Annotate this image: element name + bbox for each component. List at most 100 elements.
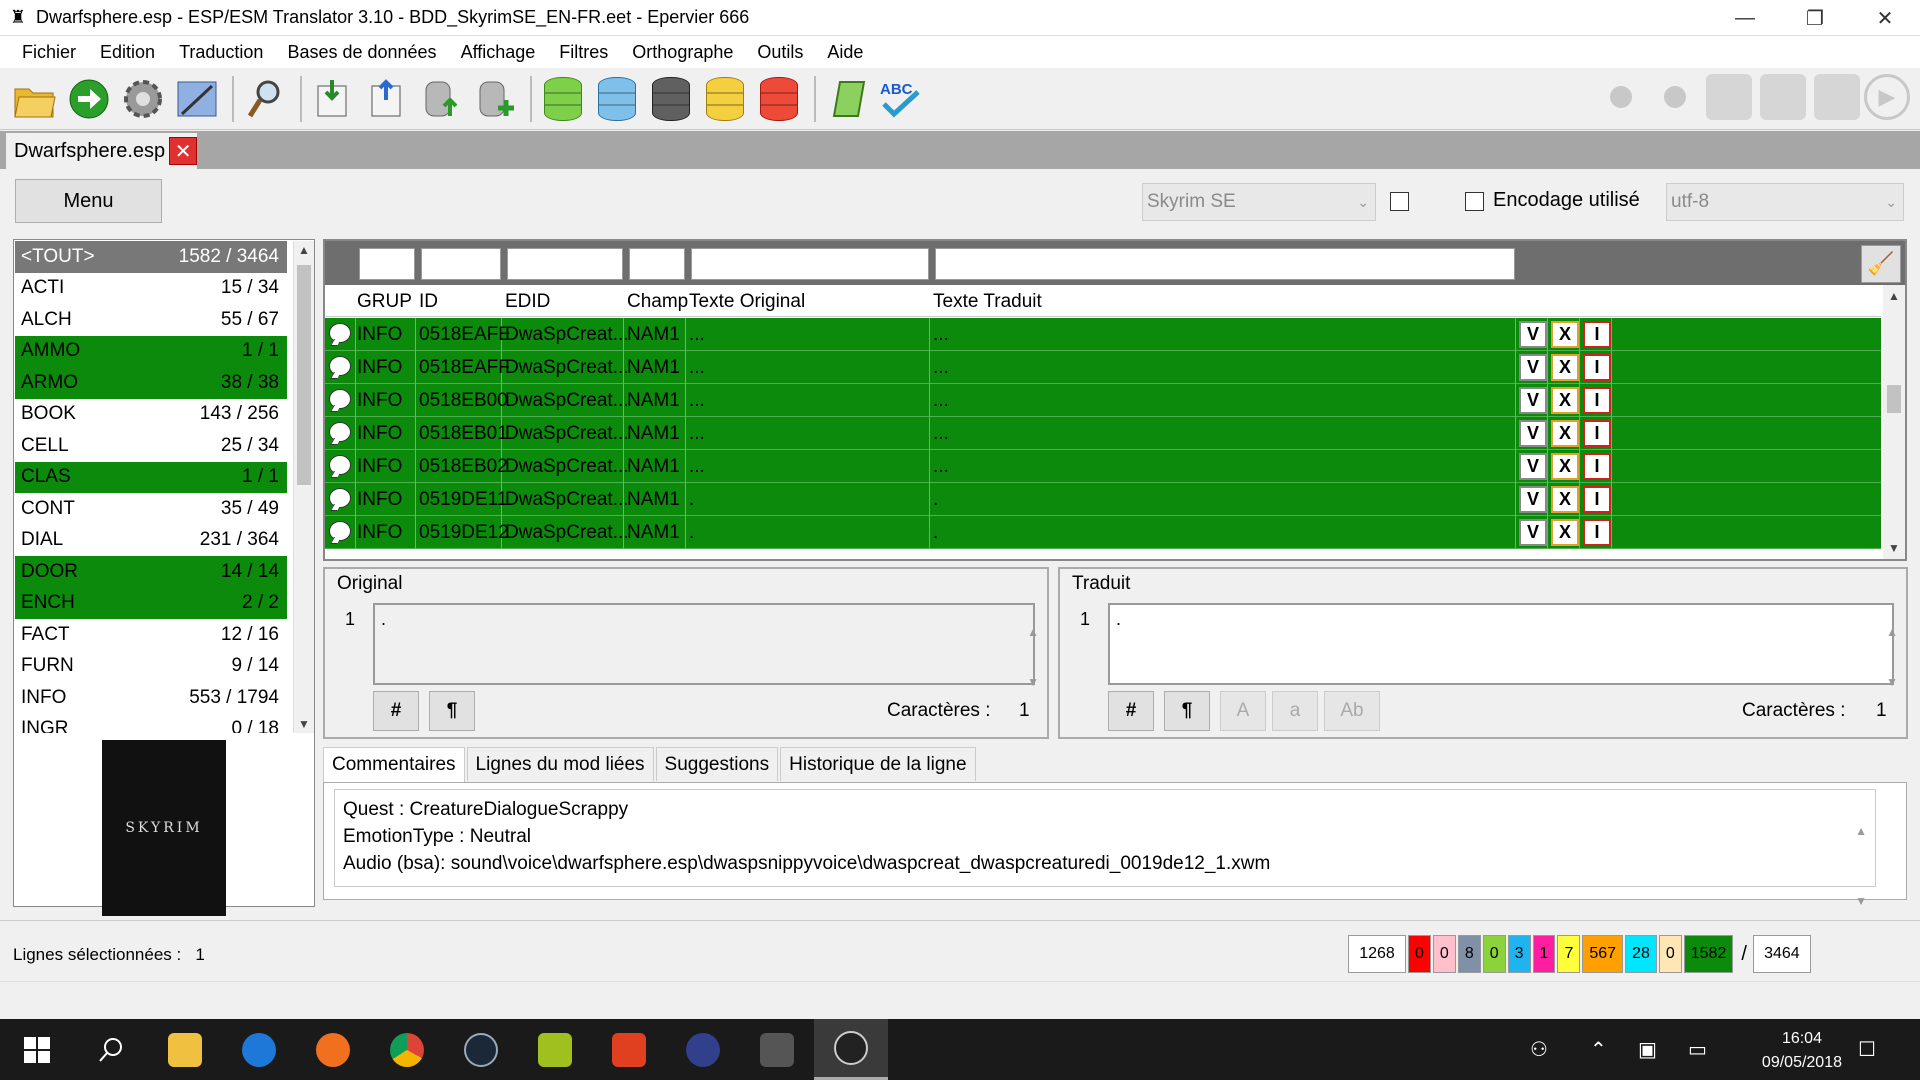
import-icon[interactable]	[308, 74, 358, 124]
lowercase-button[interactable]: a	[1272, 691, 1318, 731]
menu-traduction[interactable]: Traduction	[169, 42, 277, 63]
uppercase-button[interactable]: A	[1220, 691, 1266, 731]
reject-button[interactable]: X	[1551, 519, 1579, 546]
info-button[interactable]: I	[1583, 486, 1611, 513]
reject-button[interactable]: X	[1551, 387, 1579, 414]
open-folder-icon[interactable]	[10, 74, 60, 124]
insert-hash-button[interactable]: #	[373, 691, 419, 731]
col-texte-traduit[interactable]: Texte Traduit	[933, 291, 1042, 313]
script-icon[interactable]	[822, 74, 872, 124]
record-type-item[interactable]: ARMO 38 / 38	[15, 367, 287, 399]
menu-button[interactable]: Menu	[15, 179, 162, 223]
battery-icon[interactable]: ▭	[1688, 1037, 1707, 1062]
steam-icon[interactable]	[444, 1019, 518, 1080]
scroll-down-icon[interactable]: ▼	[298, 717, 310, 731]
col-id[interactable]: ID	[419, 291, 438, 313]
close-window-button[interactable]: ✕	[1850, 0, 1920, 36]
grid-row[interactable]: INFO 0519DE11 DwaSpCreat... NAM1.. V X I	[325, 483, 1881, 516]
traduit-scrollbar[interactable]: ▲ ▼	[1886, 607, 1898, 707]
validate-button[interactable]: V	[1519, 420, 1547, 447]
filter-original-input[interactable]	[691, 248, 929, 280]
document-tab[interactable]: Dwarfsphere.esp ✕	[6, 133, 198, 169]
col-edid[interactable]: EDID	[505, 291, 550, 313]
close-tab-icon[interactable]: ✕	[169, 137, 198, 165]
status-counter[interactable]: 7	[1557, 935, 1581, 973]
info-button[interactable]: I	[1583, 453, 1611, 480]
record-type-item[interactable]: CELL 25 / 34	[15, 430, 287, 462]
comment-bubble-icon[interactable]	[329, 422, 351, 442]
esp-translator-taskbar-icon[interactable]	[814, 1019, 888, 1080]
grid-scrollbar[interactable]: ▲ ▼	[1883, 285, 1905, 559]
info-button[interactable]: I	[1583, 420, 1611, 447]
tab-suggestions[interactable]: Suggestions	[655, 747, 779, 781]
record-type-item[interactable]: CLAS 1 / 1	[15, 461, 287, 493]
status-counter[interactable]: 567	[1582, 935, 1624, 973]
menu-aide[interactable]: Aide	[817, 42, 877, 63]
info-button[interactable]: I	[1583, 321, 1611, 348]
edge-browser-icon[interactable]	[222, 1019, 296, 1080]
status-counter[interactable]: 0	[1432, 935, 1456, 973]
menu-fichier[interactable]: Fichier	[12, 42, 90, 63]
network-icon[interactable]: ▣	[1638, 1037, 1657, 1062]
validate-button[interactable]: V	[1519, 486, 1547, 513]
app-camera-icon[interactable]	[740, 1019, 814, 1080]
game-select[interactable]: Skyrim SE ⌄	[1142, 183, 1376, 221]
chevron-up-icon[interactable]: ⌃	[1590, 1037, 1607, 1062]
comment-bubble-icon[interactable]	[329, 521, 351, 541]
info-button[interactable]: I	[1583, 354, 1611, 381]
export-icon[interactable]	[362, 74, 412, 124]
db-upload-icon[interactable]	[416, 74, 466, 124]
record-type-item[interactable]: CONT 35 / 49	[15, 493, 287, 525]
record-type-item[interactable]: DIAL 231 / 364	[15, 525, 287, 557]
comment-bubble-icon[interactable]	[329, 389, 351, 409]
menu-affichage[interactable]: Affichage	[451, 42, 550, 63]
taskbar-clock[interactable]: 16:04 09/05/2018	[1762, 1027, 1842, 1075]
go-arrow-icon[interactable]	[64, 74, 114, 124]
db-add-icon[interactable]	[470, 74, 520, 124]
record-type-item[interactable]: FACT 12 / 16	[15, 619, 287, 651]
insert-hash-button[interactable]: #	[1108, 691, 1154, 731]
status-counter[interactable]: 1582	[1683, 935, 1734, 973]
status-counter[interactable]: 0	[1658, 935, 1682, 973]
comments-text-box[interactable]: Quest : CreatureDialogueScrappy EmotionT…	[334, 789, 1876, 908]
col-grup[interactable]: GRUP	[357, 291, 412, 313]
status-counter[interactable]: 28	[1625, 935, 1657, 973]
tab-historique[interactable]: Historique de la ligne	[780, 747, 976, 781]
menu-filtres[interactable]: Filtres	[549, 42, 622, 63]
record-type-item[interactable]: <TOUT> 1582 / 3464	[15, 241, 287, 273]
validate-button[interactable]: V	[1519, 387, 1547, 414]
grid-row[interactable]: INFO 0518EB02 DwaSpCreat... NAM1...... V X I	[325, 450, 1881, 483]
filter-traduit-input[interactable]	[935, 248, 1515, 280]
db-green-icon[interactable]	[538, 74, 588, 124]
filter-champ-input[interactable]	[629, 248, 685, 280]
record-type-item[interactable]: AMMO 1 / 1	[15, 335, 287, 367]
comments-scrollbar[interactable]: ▲ ▼	[1855, 796, 1867, 936]
comment-bubble-icon[interactable]	[329, 356, 351, 376]
windows-start-icon[interactable]	[0, 1019, 74, 1080]
clear-filters-brush-icon[interactable]: 🧹	[1861, 245, 1901, 283]
db-dark-icon[interactable]	[646, 74, 696, 124]
info-button[interactable]: I	[1583, 387, 1611, 414]
status-counter[interactable]: 1268	[1348, 935, 1406, 973]
search-tool-icon[interactable]	[240, 74, 290, 124]
filter-id-input[interactable]	[421, 248, 501, 280]
traduit-text-area[interactable]: .	[1108, 603, 1894, 685]
db-yellow-icon[interactable]	[700, 74, 750, 124]
grid-row[interactable]: INFO 0518EAFE DwaSpCreat... NAM1...... V X I	[325, 318, 1881, 351]
reject-button[interactable]: X	[1551, 321, 1579, 348]
maximize-button[interactable]: ❐	[1780, 0, 1850, 36]
reject-button[interactable]: X	[1551, 420, 1579, 447]
filter-edid-input[interactable]	[507, 248, 623, 280]
file-explorer-icon[interactable]	[148, 1019, 222, 1080]
validate-button[interactable]: V	[1519, 354, 1547, 381]
game-checkbox[interactable]	[1390, 192, 1409, 211]
validate-button[interactable]: V	[1519, 453, 1547, 480]
minimize-button[interactable]: —	[1710, 0, 1780, 36]
comment-bubble-icon[interactable]	[329, 488, 351, 508]
menu-orthographe[interactable]: Orthographe	[622, 42, 747, 63]
menu-outils[interactable]: Outils	[747, 42, 817, 63]
chrome-icon[interactable]	[370, 1019, 444, 1080]
people-icon[interactable]: ⚇	[1530, 1037, 1548, 1062]
menu-edition[interactable]: Edition	[90, 42, 169, 63]
edit-ruler-icon[interactable]	[172, 74, 222, 124]
